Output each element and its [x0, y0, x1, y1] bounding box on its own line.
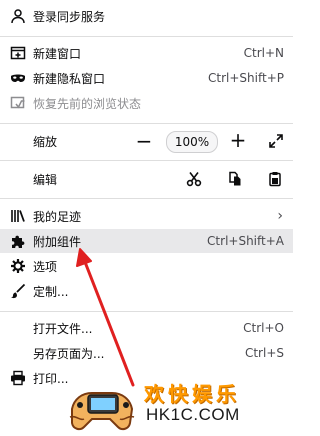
watermark-logo-image: [68, 377, 136, 433]
annotation-arrow: [76, 248, 135, 387]
watermark-site: HK1C.COM: [146, 405, 240, 424]
watermark-title: 欢快娱乐: [144, 382, 240, 406]
